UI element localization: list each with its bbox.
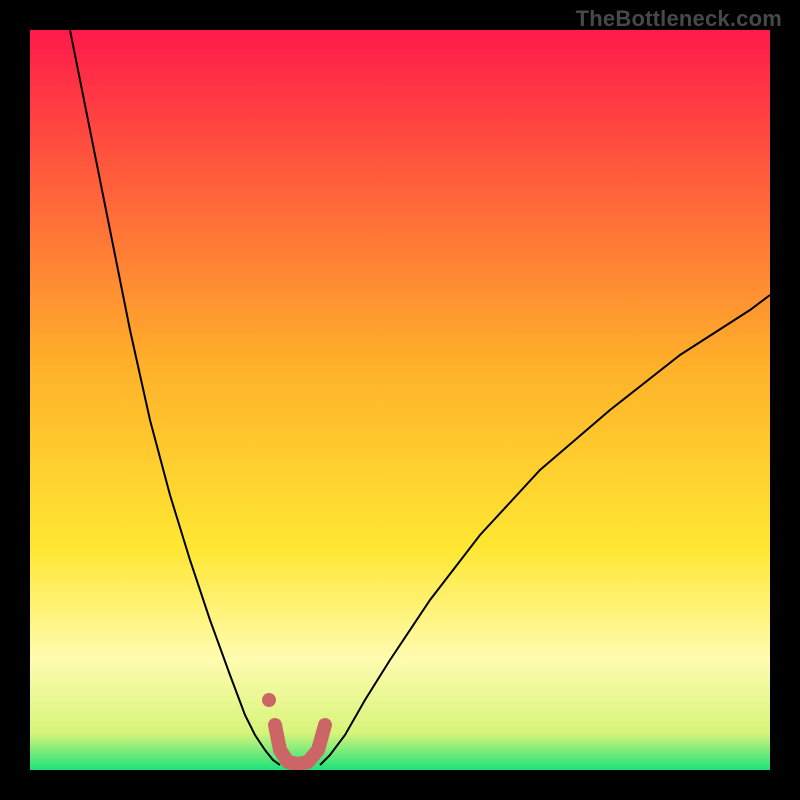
chart-svg — [30, 30, 770, 770]
watermark-text: TheBottleneck.com — [576, 6, 782, 32]
plot-area — [30, 30, 770, 770]
chart-background — [30, 30, 770, 770]
series-overlay-dot — [262, 693, 276, 707]
chart-frame: TheBottleneck.com — [0, 0, 800, 800]
